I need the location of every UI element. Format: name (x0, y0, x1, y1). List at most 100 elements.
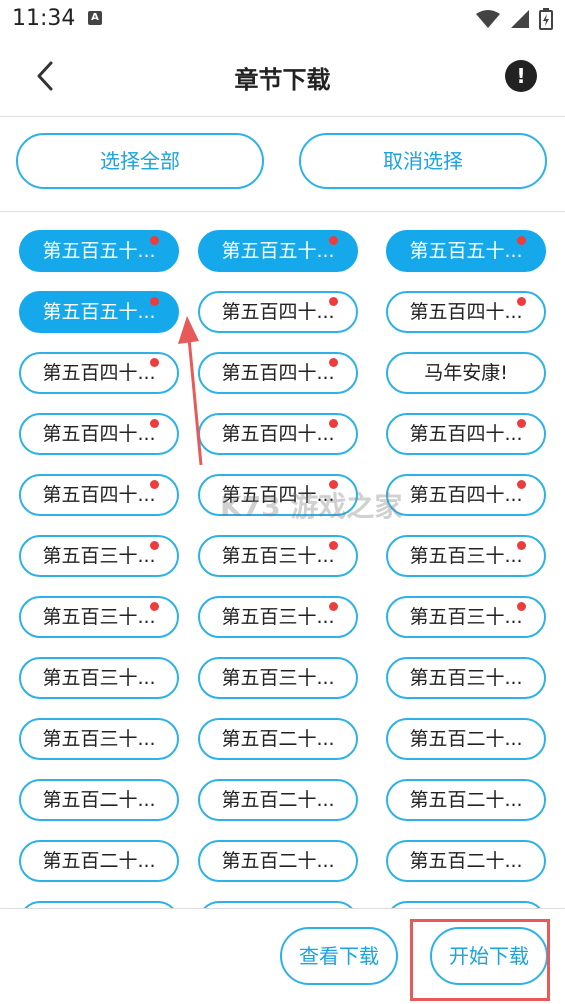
chapter-label: 第五百四十... (221, 301, 335, 323)
chapter-item[interactable]: 第五百五十... (198, 230, 358, 272)
chapter-item[interactable]: 第五百四十... (386, 474, 546, 516)
status-bar: 11:34 A (0, 0, 565, 38)
chapter-item[interactable]: 第五百四十... (386, 291, 546, 333)
new-badge-dot (150, 602, 159, 611)
chapter-item[interactable]: 第五百三十... (198, 535, 358, 577)
chapter-label: 第五百四十... (409, 484, 523, 506)
new-badge-dot (150, 541, 159, 550)
chapter-label: 第五百五十... (42, 240, 156, 262)
select-all-button[interactable]: 选择全部 (16, 133, 264, 189)
new-badge-dot (150, 297, 159, 306)
chapter-item[interactable]: 第五百三十... (19, 718, 179, 760)
chapter-item[interactable]: 第五百三十... (198, 596, 358, 638)
new-badge-dot (517, 236, 526, 245)
chapter-label: 第五百四十... (221, 362, 335, 384)
chapter-item[interactable]: 第五百二十... (386, 901, 546, 908)
chapter-label: 第五百四十... (42, 423, 156, 445)
chapter-label: 第五百二十... (221, 850, 335, 872)
chapter-label: 第五百五十... (221, 240, 335, 262)
chapter-item[interactable]: 第五百二十... (198, 901, 358, 908)
new-badge-dot (329, 236, 338, 245)
new-badge-dot (150, 358, 159, 367)
chapter-item[interactable]: 第五百二十... (198, 840, 358, 882)
chapter-label: 第五百三十... (221, 545, 335, 567)
chapter-item[interactable]: 第五百五十... (386, 230, 546, 272)
status-icons (475, 8, 553, 30)
chapter-item[interactable]: 第五百三十... (198, 657, 358, 699)
chapter-item[interactable]: 马年安康! (386, 352, 546, 394)
chapter-label: 第五百四十... (42, 484, 156, 506)
chapter-label: 第五百三十... (409, 606, 523, 628)
annotation-highlight-box (410, 919, 550, 1001)
new-badge-dot (329, 297, 338, 306)
notification-a-icon: A (88, 11, 102, 25)
chapter-label: 第五百四十... (409, 301, 523, 323)
chapter-item[interactable]: 第五百三十... (19, 596, 179, 638)
chapter-label: 马年安康! (424, 362, 508, 384)
page-title: 章节下载 (234, 66, 331, 94)
new-badge-dot (329, 358, 338, 367)
wifi-icon (476, 10, 500, 28)
chapter-label: 第五百三十... (42, 667, 156, 689)
new-badge-dot (150, 236, 159, 245)
chapter-item[interactable]: 第五百五十... (19, 230, 179, 272)
chapter-item[interactable]: 第五百三十... (386, 596, 546, 638)
signal-icon (511, 10, 529, 28)
chapter-item[interactable]: 第五百三十... (19, 657, 179, 699)
chapter-item[interactable]: 第五百五十... (19, 291, 179, 333)
chapter-label: 第五百三十... (221, 667, 335, 689)
chapter-item[interactable]: 第五百二十... (198, 718, 358, 760)
chapter-item[interactable]: 第五百二十... (386, 718, 546, 760)
chapter-item[interactable]: 第五百三十... (386, 657, 546, 699)
chapter-item[interactable]: 第五百四十... (19, 352, 179, 394)
new-badge-dot (517, 602, 526, 611)
new-badge-dot (329, 602, 338, 611)
cancel-selection-button[interactable]: 取消选择 (299, 133, 547, 189)
chapter-item[interactable]: 第五百四十... (386, 413, 546, 455)
chapter-label: 第五百三十... (42, 545, 156, 567)
view-downloads-button[interactable]: 查看下载 (280, 927, 398, 985)
chapter-item[interactable]: 第五百四十... (198, 352, 358, 394)
chapter-item[interactable]: 第五百四十... (19, 474, 179, 516)
new-badge-dot (517, 541, 526, 550)
new-badge-dot (150, 419, 159, 428)
info-button[interactable]: ! (505, 60, 537, 92)
chapter-label: 第五百三十... (409, 667, 523, 689)
annotation-arrow (178, 316, 203, 466)
bottom-bar: 查看下载 开始下载 (0, 908, 565, 1004)
chapter-item[interactable]: 第五百二十... (198, 779, 358, 821)
new-badge-dot (517, 480, 526, 489)
select-toolbar: 选择全部 取消选择 (0, 117, 565, 212)
chapter-grid: 第五百五十... 第五百五十... 第五百五十... 第五百五十... 第五百四十...… (0, 212, 565, 908)
chapter-item[interactable]: 第五百二十... (19, 840, 179, 882)
chapter-label: 第五百二十... (409, 728, 523, 750)
chapter-label: 第五百二十... (409, 789, 523, 811)
chapter-label: 第五百二十... (221, 728, 335, 750)
chapter-item[interactable]: 第五百二十... (19, 779, 179, 821)
chapter-item[interactable]: 第五百四十... (198, 413, 358, 455)
chapter-label: 第五百四十... (42, 362, 156, 384)
chapter-label: 第五百三十... (42, 728, 156, 750)
chapter-label: 第五百二十... (42, 789, 156, 811)
chapter-label: 第五百二十... (409, 850, 523, 872)
new-badge-dot (329, 541, 338, 550)
chapter-item[interactable]: 第五百三十... (386, 535, 546, 577)
chapter-label: 第五百二十... (221, 789, 335, 811)
chapter-item[interactable]: 第五百二十... (386, 779, 546, 821)
chapter-label: 第五百三十... (409, 545, 523, 567)
chapter-item[interactable]: 第五百四十... (198, 291, 358, 333)
chapter-item[interactable]: 第五百二十... (386, 840, 546, 882)
status-time: 11:34 (12, 6, 76, 31)
battery-icon (539, 8, 553, 30)
chapter-item[interactable]: 第五百三十... (19, 535, 179, 577)
chapter-label: 第五百二十... (42, 850, 156, 872)
chapter-label: 第五百三十... (42, 606, 156, 628)
new-badge-dot (517, 419, 526, 428)
chapter-label: 第五百五十... (409, 240, 523, 262)
new-badge-dot (329, 419, 338, 428)
watermark: K73 游戏之家 (220, 490, 403, 523)
chapter-item[interactable]: 第五百四十... (19, 413, 179, 455)
chapter-item[interactable]: 第五百二十... (19, 901, 179, 908)
chapter-label: 第五百四十... (409, 423, 523, 445)
chapter-label: 第五百三十... (221, 606, 335, 628)
